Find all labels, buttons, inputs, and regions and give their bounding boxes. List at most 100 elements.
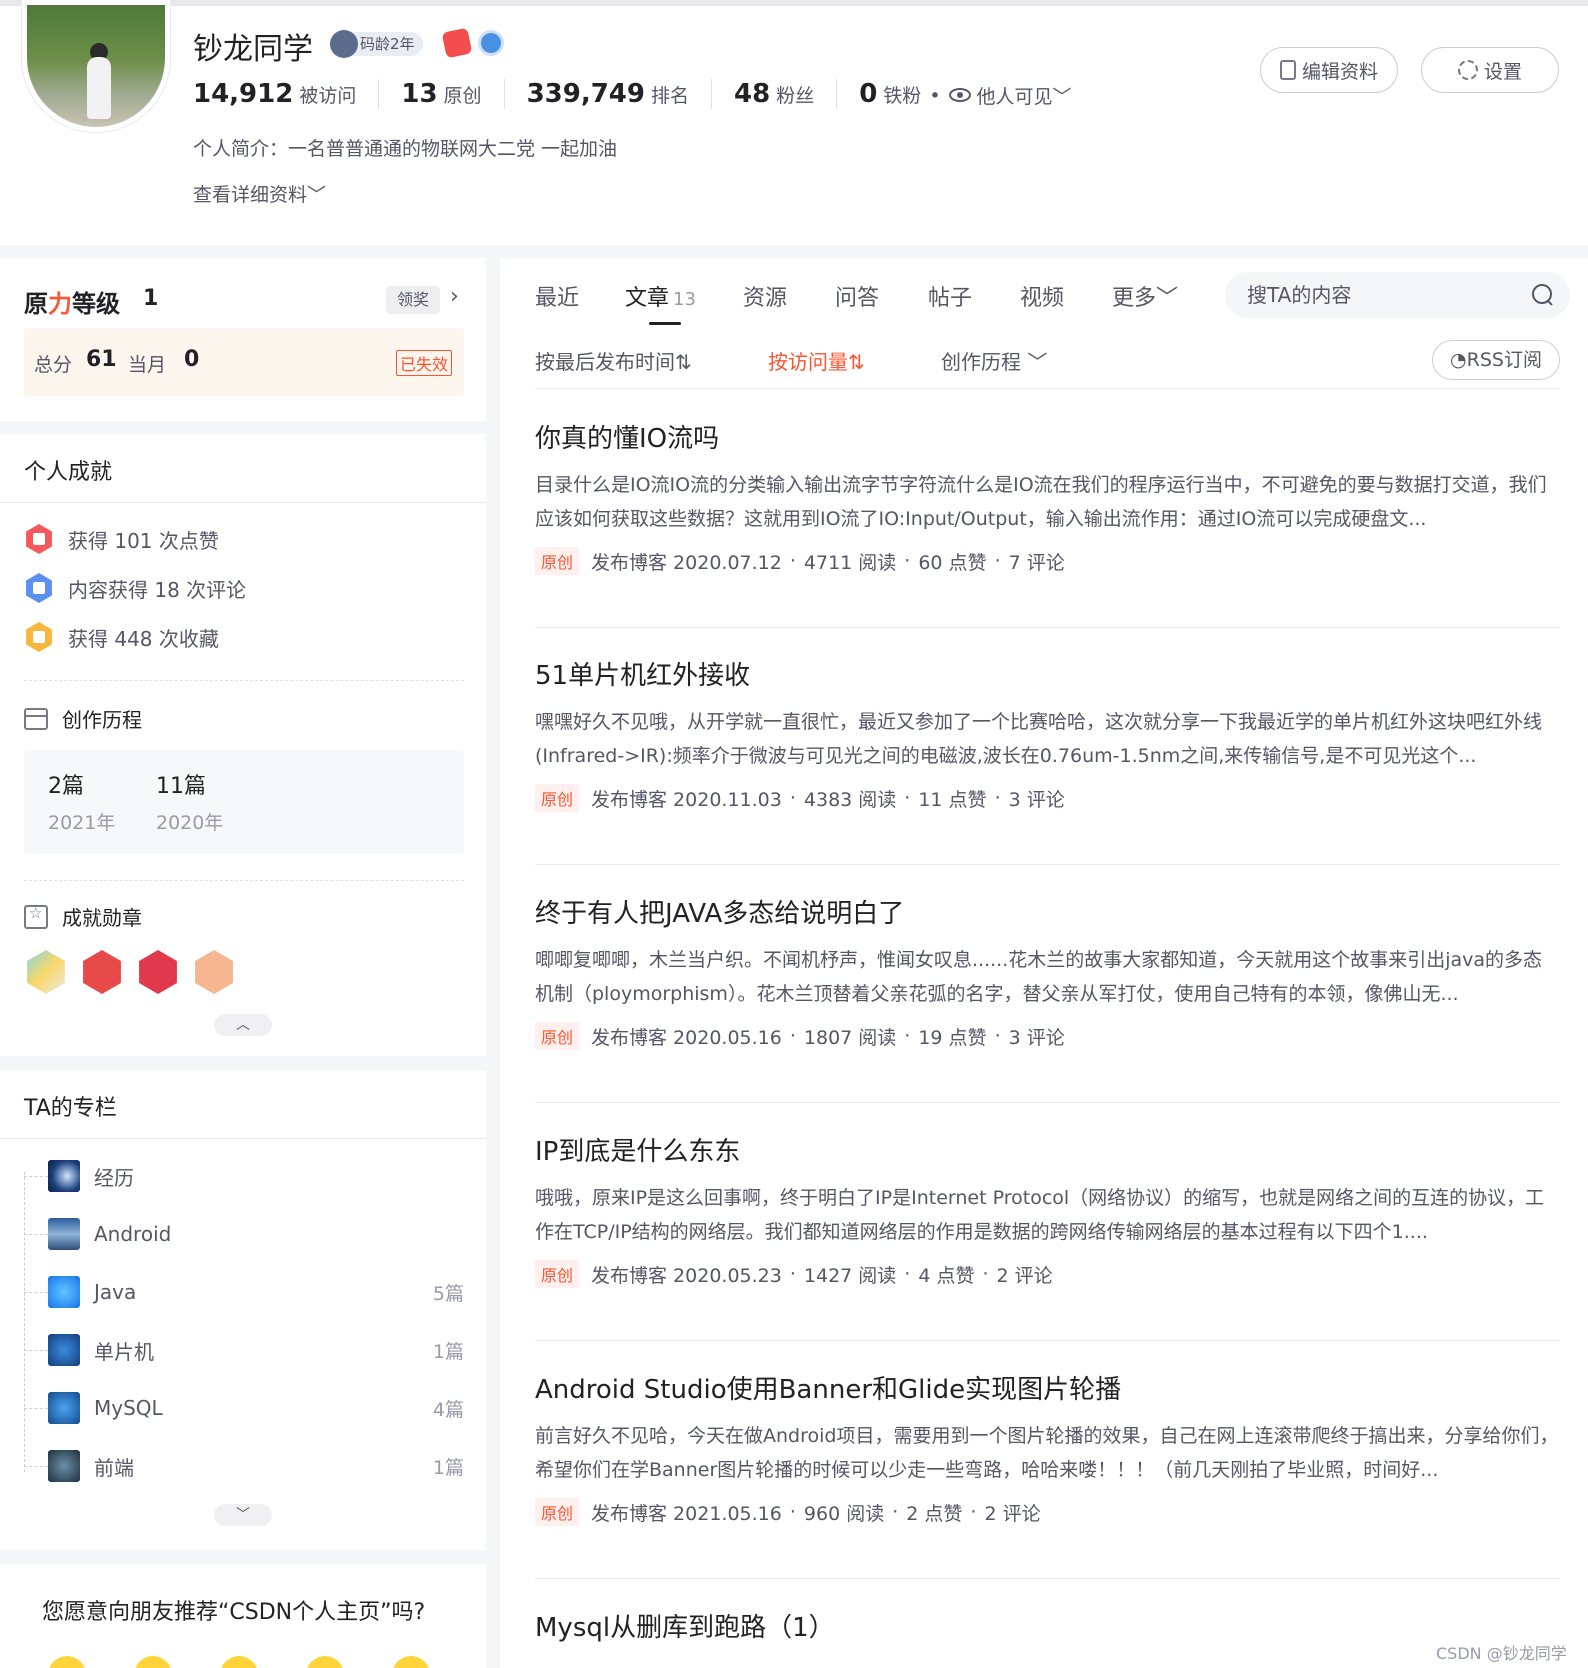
stat-number: 13: [401, 79, 438, 109]
tab-posts[interactable]: 帖子: [928, 280, 972, 312]
stat-iron-fans[interactable]: 0 铁粉 • 他人可见﹀: [836, 79, 1093, 109]
tab-videos[interactable]: 视频: [1020, 280, 1064, 312]
score-box: 总分 61 当月 0 已失效: [24, 328, 464, 396]
profile-header: 钞龙同学 码龄2年 14,912 被访问 13 原创 339,749 排名 48…: [0, 0, 1588, 245]
level-title-part: 原: [24, 290, 48, 318]
tab-qa[interactable]: 问答: [835, 280, 879, 312]
column-name: 前端: [94, 1455, 134, 1480]
profile-intro: 个人简介：一名普普通通的物联网大二党 一起加油: [193, 138, 618, 160]
tab-more[interactable]: 更多﹀: [1112, 280, 1178, 312]
creation-history-dropdown[interactable]: 创作历程 ﹀: [941, 346, 1047, 375]
achievement-favorites: 获得 448 次收藏: [24, 622, 219, 652]
sort-by-views[interactable]: 按访问量⇅: [768, 346, 865, 375]
article-item[interactable]: 51单片机红外接收 嘿嘿好久不见哦，从开学就一直很忙，最近又参加了一个比赛哈哈，…: [535, 627, 1560, 865]
stat-fans[interactable]: 48 粉丝: [711, 79, 836, 109]
claim-reward-button[interactable]: 领奖: [386, 286, 440, 314]
stat-rank[interactable]: 339,749 排名: [503, 79, 711, 109]
dot-separator: ·: [982, 1263, 989, 1285]
rating-face-icon[interactable]: [220, 1656, 258, 1668]
column-thumbnail: [48, 1392, 80, 1424]
tab-recent[interactable]: 最近: [535, 280, 579, 312]
dot-separator: ·: [789, 1263, 796, 1285]
column-name: 经历: [94, 1165, 134, 1190]
comment-badge-icon: [26, 573, 52, 603]
recommend-question: 您愿意向朋友推荐“CSDN个人主页”吗?: [42, 1600, 426, 1625]
article-item[interactable]: Mysql从删库到跑路（1）: [535, 1579, 1560, 1668]
original-tag: 原创: [535, 1022, 580, 1050]
blogger-badge-icon[interactable]: [441, 27, 473, 59]
article-item[interactable]: IP到底是什么东东 哦哦，原来IP是这么回事啊，终于明白了IP是Internet…: [535, 1103, 1560, 1341]
medal-first-post-icon[interactable]: [27, 950, 65, 994]
article-title[interactable]: Mysql从删库到跑路（1）: [535, 1607, 835, 1644]
column-count: 1篇: [432, 1456, 464, 1479]
sort-by-time[interactable]: 按最后发布时间⇅: [535, 346, 692, 375]
history-title-label: 创作历程: [62, 708, 142, 732]
recommend-card: 您愿意向朋友推荐“CSDN个人主页”吗?: [0, 1564, 486, 1668]
dot-separator: ·: [994, 787, 1001, 809]
history-year-item[interactable]: 2篇 2021年: [48, 768, 115, 835]
rating-face-icon[interactable]: [134, 1656, 172, 1668]
stat-label: 排名: [650, 85, 689, 107]
medal-list: [24, 950, 236, 994]
column-item[interactable]: 前端 1篇: [24, 1448, 464, 1484]
article-date: 发布博客 2020.11.03: [591, 788, 782, 811]
search-icon[interactable]: [1532, 284, 1554, 306]
article-title[interactable]: Android Studio使用Banner和Glide实现图片轮播: [535, 1369, 1121, 1406]
column-item[interactable]: 单片机 1篇: [24, 1332, 464, 1368]
article-title[interactable]: IP到底是什么东东: [535, 1131, 740, 1168]
rating-face-icon[interactable]: [392, 1656, 430, 1668]
article-item[interactable]: Android Studio使用Banner和Glide实现图片轮播 前言好久不…: [535, 1341, 1560, 1579]
stat-original[interactable]: 13 原创: [378, 79, 503, 109]
collapse-up-button[interactable]: ︿: [214, 1014, 272, 1036]
stat-visits[interactable]: 14,912 被访问: [193, 79, 378, 109]
edit-profile-label: 编辑资料: [1301, 60, 1378, 83]
edit-profile-button[interactable]: 编辑资料: [1260, 47, 1398, 93]
rss-button[interactable]: ◔RSS订阅: [1432, 340, 1560, 380]
article-description: 嘿嘿好久不见哦，从开学就一直很忙，最近又参加了一个比赛哈哈，这次就分享一下我最近…: [535, 711, 1543, 767]
calendar-icon: [24, 707, 48, 730]
column-name: Java: [94, 1280, 137, 1304]
column-item[interactable]: Android: [24, 1216, 464, 1252]
column-name: 单片机: [94, 1339, 154, 1364]
tab-articles[interactable]: 文章 13: [625, 280, 696, 312]
article-likes: 19 点赞: [918, 1026, 987, 1049]
tab-label: 文章: [625, 286, 670, 311]
article-item[interactable]: 你真的懂IO流吗 目录什么是IO流IO流的分类输入输出流字节字符流什么是IO流在…: [535, 390, 1560, 628]
medal-30days-icon[interactable]: [195, 950, 233, 994]
rating-face-icon[interactable]: [48, 1656, 86, 1668]
visibility-dropdown[interactable]: 他人可见﹀: [948, 82, 1072, 109]
medals-title: 成就勋章: [24, 902, 142, 931]
chevron-right-icon[interactable]: ›: [450, 284, 459, 309]
view-details-link[interactable]: 查看详细资料﹀: [193, 180, 326, 207]
rating-face-icon[interactable]: [306, 1656, 344, 1668]
history-year-item[interactable]: 11篇 2020年: [156, 768, 223, 835]
column-thumbnail: [48, 1276, 80, 1308]
tab-label: 最近: [535, 286, 580, 311]
article-item[interactable]: 终于有人把JAVA多态给说明白了 唧唧复唧唧，木兰当户织。不闻机杼声，惟闻女叹息…: [535, 865, 1560, 1103]
article-title[interactable]: 终于有人把JAVA多态给说明白了: [535, 893, 904, 930]
settings-button[interactable]: 设置: [1421, 47, 1559, 93]
dot-separator: ·: [789, 550, 796, 572]
search-input[interactable]: [1247, 280, 1507, 310]
article-title[interactable]: 你真的懂IO流吗: [535, 418, 719, 455]
dot-separator: ·: [994, 550, 1001, 572]
expand-down-button[interactable]: ﹀: [214, 1504, 272, 1526]
article-likes: 4 点赞: [918, 1264, 975, 1287]
article-reads: 1427 阅读: [803, 1264, 897, 1287]
medal-monkey-icon[interactable]: [139, 950, 177, 994]
column-item[interactable]: MySQL 4篇: [24, 1390, 464, 1426]
history-count: 11篇: [156, 774, 206, 799]
column-item[interactable]: 经历: [24, 1158, 464, 1194]
article-meta: 原创 发布博客 2020.11.03 · 4383 阅读 · 11 点赞 · 3 评论: [535, 784, 1071, 812]
avatar[interactable]: [22, 0, 170, 132]
medal-pen-icon[interactable]: [83, 950, 121, 994]
column-thumbnail: [48, 1218, 80, 1250]
profile-stats: 14,912 被访问 13 原创 339,749 排名 48 粉丝 0 铁粉 •…: [193, 74, 1094, 114]
article-title[interactable]: 51单片机红外接收: [535, 655, 750, 692]
tab-count: 13: [673, 289, 696, 310]
tab-resources[interactable]: 资源: [743, 280, 787, 312]
column-count: 5篇: [432, 1282, 464, 1305]
column-item[interactable]: Java 5篇: [24, 1274, 464, 1310]
robot-icon: [330, 30, 358, 58]
total-score-value: 61: [86, 347, 117, 372]
